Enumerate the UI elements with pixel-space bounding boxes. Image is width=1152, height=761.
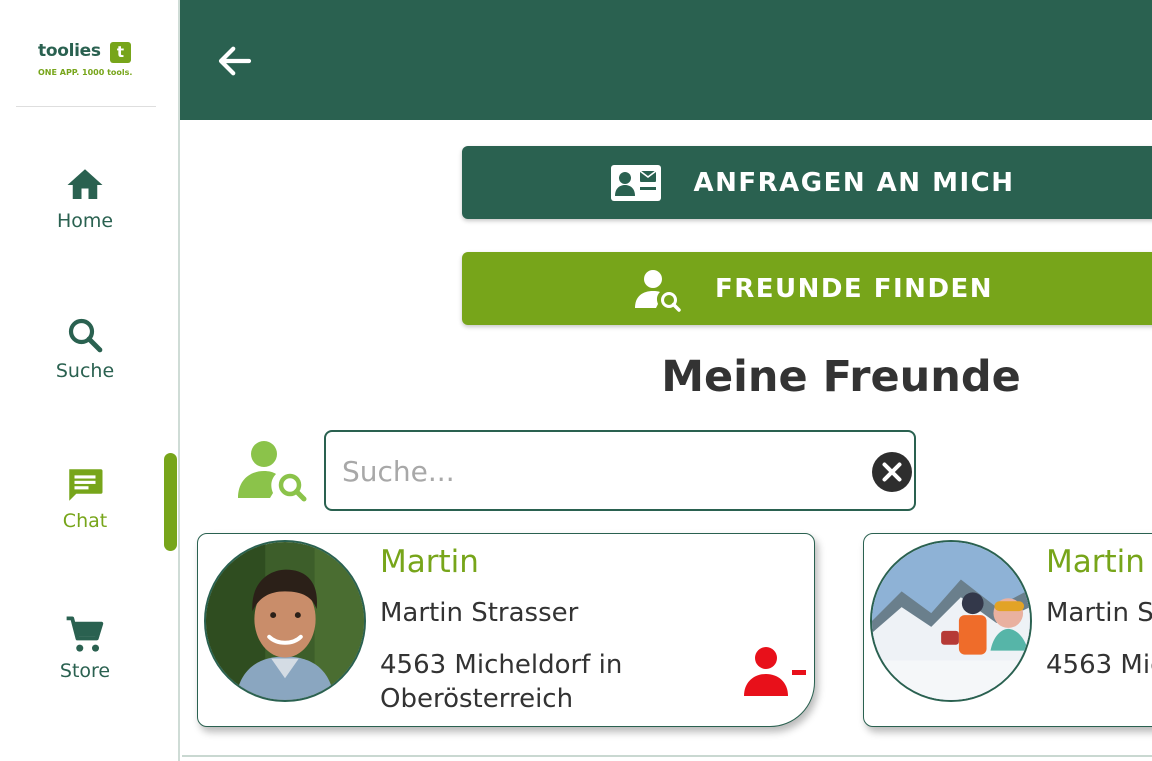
friend-card[interactable]: Martin S Martin S 4563 Mic	[863, 533, 1152, 727]
sidebar-item-label: Home	[56, 210, 114, 232]
page-title: Meine Freunde	[661, 352, 1021, 402]
person-remove-icon	[744, 647, 806, 696]
sidebar-item-store[interactable]: Store	[0, 614, 170, 704]
sidebar-item-chat[interactable]: Chat	[0, 464, 170, 554]
remove-friend-button[interactable]	[742, 644, 812, 700]
content-divider	[182, 755, 1152, 757]
friend-full-name: Martin S	[1046, 598, 1152, 628]
friend-location: 4563 Micheldorf in Oberösterreich	[380, 650, 623, 714]
requests-button[interactable]: ANFRAGEN AN MICH	[462, 146, 1152, 219]
friend-search-field	[324, 430, 916, 511]
arrow-left-icon	[218, 46, 252, 76]
sidebar-item-suche[interactable]: Suche	[0, 314, 170, 404]
requests-button-label: ANFRAGEN AN MICH	[693, 167, 1015, 198]
sidebar-divider	[16, 106, 156, 107]
logo-wordmark: toolies	[38, 41, 101, 61]
toolies-logo[interactable]: toolies t ONE APP. 1000 tools.	[36, 40, 146, 84]
clear-search-button[interactable]	[870, 450, 914, 494]
close-circle-icon	[872, 452, 912, 492]
find-friends-button-label: FREUNDE FINDEN	[714, 273, 994, 304]
top-bar	[180, 0, 1152, 120]
friend-search-icon	[238, 441, 307, 502]
friend-full-name: Martin Strasser	[380, 598, 579, 628]
friend-photo	[206, 542, 364, 700]
friend-card[interactable]: Martin Martin Strasser 4563 Micheldorf i…	[197, 533, 815, 727]
contact-card-icon	[611, 164, 662, 201]
chat-icon	[69, 469, 103, 501]
active-nav-indicator	[164, 453, 177, 551]
logo-badge: t	[110, 42, 131, 63]
sidebar-item-label: Store	[59, 660, 111, 682]
app-root: toolies t ONE APP. 1000 tools. Home Such…	[0, 0, 1152, 761]
person-search-icon	[634, 269, 681, 312]
sidebar-item-label: Suche	[55, 360, 115, 382]
home-icon	[67, 169, 103, 199]
sidebar-item-label: Chat	[62, 510, 108, 532]
sidebar-item-home[interactable]: Home	[0, 164, 170, 254]
find-friends-button[interactable]: FREUNDE FINDEN	[462, 252, 1152, 325]
search-input[interactable]	[342, 446, 842, 496]
back-button[interactable]	[214, 40, 256, 82]
friend-nickname: Martin	[380, 544, 479, 580]
friend-photo	[872, 542, 1030, 700]
logo-tagline: ONE APP. 1000 tools.	[38, 68, 133, 77]
search-icon	[68, 318, 103, 353]
main-content: ANFRAGEN AN MICH FREUNDE FINDEN Meine Fr…	[182, 120, 1152, 761]
avatar	[870, 540, 1032, 702]
friend-location: 4563 Mic	[1046, 650, 1152, 680]
cart-icon	[66, 616, 104, 652]
sidebar: toolies t ONE APP. 1000 tools. Home Such…	[0, 0, 180, 761]
avatar	[204, 540, 366, 702]
friend-nickname: Martin S	[1046, 544, 1152, 580]
